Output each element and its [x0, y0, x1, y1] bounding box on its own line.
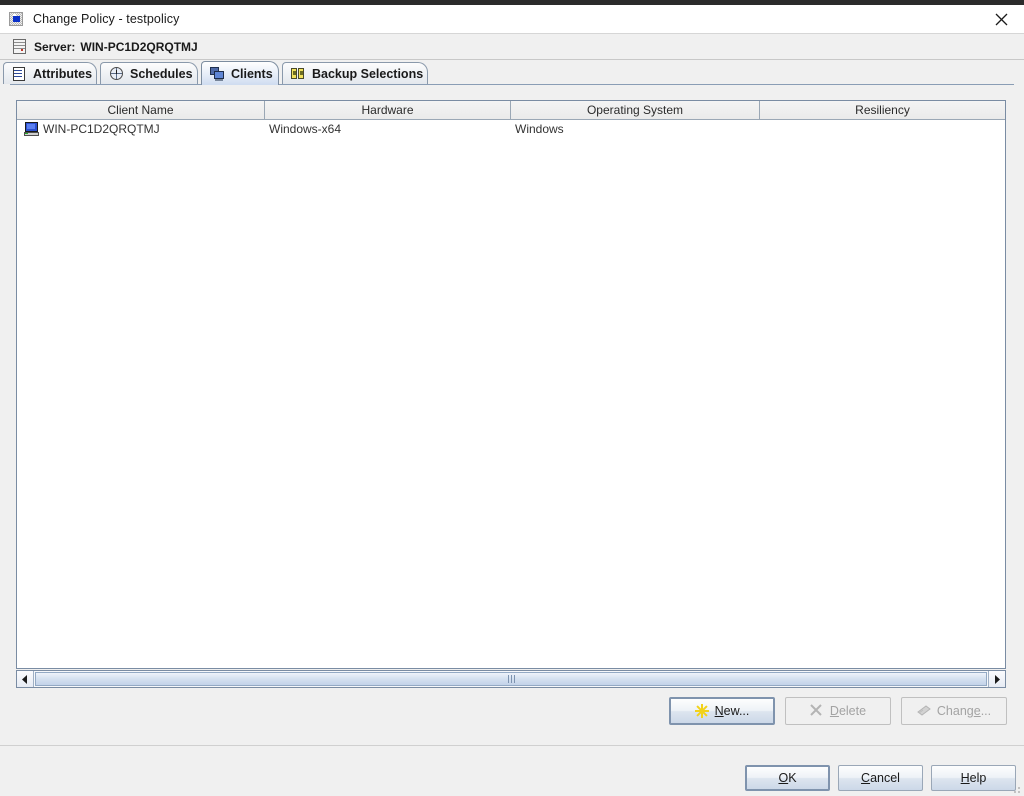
tab-schedules-label: Schedules — [130, 67, 193, 81]
new-button-label: New... — [714, 704, 750, 718]
tab-schedules[interactable]: Schedules — [100, 62, 198, 85]
policy-icon — [9, 11, 25, 27]
tab-clients[interactable]: Clients — [201, 61, 279, 85]
cell-client-name-text: WIN-PC1D2QRQTMJ — [43, 122, 160, 136]
window-title: Change Policy - testpolicy — [33, 12, 180, 26]
client-action-buttons: New... Delete Change... — [0, 697, 1024, 727]
cancel-button[interactable]: Cancel — [838, 765, 923, 791]
change-button[interactable]: Change... — [901, 697, 1007, 725]
column-header-operating-system[interactable]: Operating System — [511, 101, 760, 119]
scroll-right-arrow-icon[interactable] — [988, 671, 1005, 687]
clients-table-body: WIN-PC1D2QRQTMJ Windows-x64 Windows — [17, 120, 1005, 668]
help-button-label: Help — [960, 771, 987, 785]
dialog-button-bar: OK Cancel Help — [0, 746, 1024, 796]
change-button-label: Change... — [936, 704, 992, 718]
title-bar: Change Policy - testpolicy — [0, 5, 1024, 34]
scrollbar-grip — [507, 675, 515, 683]
table-row[interactable]: WIN-PC1D2QRQTMJ Windows-x64 Windows — [17, 120, 1005, 138]
new-button[interactable]: New... — [669, 697, 775, 725]
tab-strip: Attributes Schedules Clients Backup Sele… — [0, 60, 1024, 85]
change-edit-icon — [917, 704, 931, 718]
close-icon[interactable] — [978, 5, 1024, 33]
cell-hardware: Windows-x64 — [269, 122, 342, 136]
delete-x-icon — [810, 704, 824, 718]
tab-attributes-label: Attributes — [33, 67, 93, 81]
ok-button-label: OK — [778, 771, 797, 785]
server-label: Server: — [34, 39, 76, 54]
new-star-icon — [694, 704, 709, 718]
ok-button[interactable]: OK — [745, 765, 830, 791]
server-name-value: WIN-PC1D2QRQTMJ — [80, 39, 198, 54]
delete-button[interactable]: Delete — [785, 697, 891, 725]
server-bar: Server: WIN-PC1D2QRQTMJ — [0, 34, 1024, 60]
scrollbar-thumb[interactable] — [35, 672, 987, 686]
clients-table: Client Name Hardware Operating System Re… — [16, 100, 1006, 669]
server-icon — [13, 39, 26, 54]
column-header-hardware[interactable]: Hardware — [265, 101, 511, 119]
cancel-button-label: Cancel — [861, 771, 900, 785]
help-button[interactable]: Help — [931, 765, 1016, 791]
resize-grip[interactable] — [1010, 783, 1022, 795]
scrollbar-track[interactable] — [34, 671, 988, 687]
delete-button-label: Delete — [829, 704, 867, 718]
column-header-resiliency[interactable]: Resiliency — [760, 101, 1005, 119]
clients-tab-panel: Client Name Hardware Operating System Re… — [0, 84, 1024, 740]
horizontal-scrollbar[interactable] — [16, 670, 1006, 688]
cell-operating-system: Windows — [515, 122, 564, 136]
clients-table-header: Client Name Hardware Operating System Re… — [17, 101, 1005, 120]
cell-client-name: WIN-PC1D2QRQTMJ — [17, 122, 265, 136]
column-header-client-name[interactable]: Client Name — [17, 101, 265, 119]
tab-attributes[interactable]: Attributes — [3, 62, 97, 85]
scroll-left-arrow-icon[interactable] — [17, 671, 34, 687]
tab-backup-selections[interactable]: Backup Selections — [282, 62, 428, 85]
attributes-icon — [12, 67, 27, 81]
computer-icon — [24, 122, 39, 136]
tab-backup-selections-label: Backup Selections — [312, 67, 424, 81]
panel-divider — [10, 84, 1014, 85]
schedules-clock-icon — [109, 67, 124, 81]
backup-selections-icon — [291, 67, 306, 81]
tab-clients-label: Clients — [231, 66, 273, 81]
clients-monitors-icon — [210, 66, 225, 81]
